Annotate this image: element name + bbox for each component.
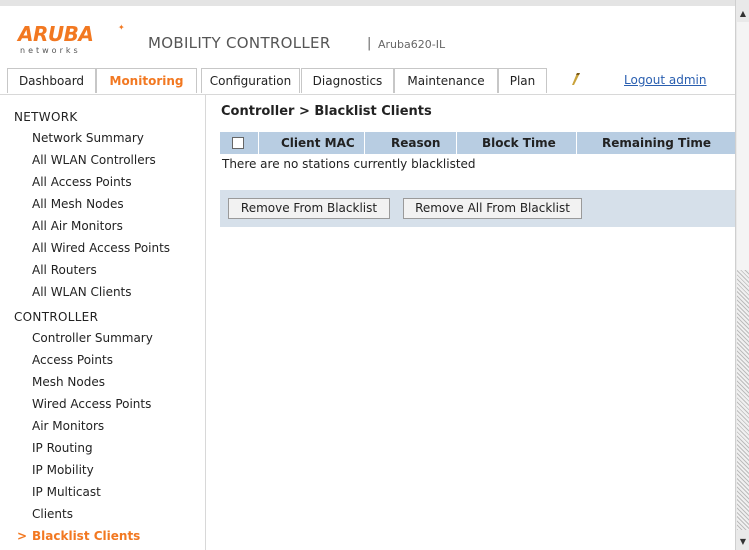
page: ARUBA ✦ networks MOBILITY CONTROLLER | A… bbox=[0, 0, 735, 550]
sidebar-item-access-points[interactable]: Access Points bbox=[32, 353, 113, 367]
tab-dashboard[interactable]: Dashboard bbox=[7, 68, 96, 93]
sidebar-item-all-wired-access-points[interactable]: All Wired Access Points bbox=[32, 241, 170, 255]
header: ARUBA ✦ networks MOBILITY CONTROLLER | A… bbox=[0, 0, 735, 68]
empty-table-message: There are no stations currently blacklis… bbox=[222, 157, 476, 171]
sidebar-item-all-wlan-clients[interactable]: All WLAN Clients bbox=[32, 285, 132, 299]
tab-configuration[interactable]: Configuration bbox=[201, 68, 300, 93]
sidebar-item-ip-routing[interactable]: IP Routing bbox=[32, 441, 93, 455]
sidebar-item-wired-access-points[interactable]: Wired Access Points bbox=[32, 397, 151, 411]
wizard-wand-icon[interactable] bbox=[566, 70, 584, 88]
sidebar-item-blacklist-clients[interactable]: Blacklist Clients bbox=[32, 529, 140, 543]
logout-link[interactable]: Logout admin bbox=[624, 73, 707, 87]
column-divider bbox=[576, 132, 577, 154]
sidebar-item-ip-mobility[interactable]: IP Mobility bbox=[32, 463, 94, 477]
sidebar-item-clients[interactable]: Clients bbox=[32, 507, 73, 521]
remove-all-from-blacklist-button[interactable]: Remove All From Blacklist bbox=[403, 198, 582, 219]
scroll-down-arrow-icon[interactable]: ▼ bbox=[737, 536, 749, 548]
vertical-scrollbar[interactable]: ▲ ▼ bbox=[735, 0, 749, 550]
scrollbar-thumb[interactable] bbox=[737, 270, 749, 530]
logo-wordmark: ARUBA bbox=[18, 22, 94, 46]
select-all-checkbox[interactable] bbox=[232, 137, 244, 149]
sidebar-section-network[interactable]: NETWORK bbox=[14, 110, 78, 124]
column-divider bbox=[456, 132, 457, 154]
tab-maintenance[interactable]: Maintenance bbox=[394, 68, 498, 93]
sidebar-item-controller-summary[interactable]: Controller Summary bbox=[32, 331, 153, 345]
column-header-client-mac[interactable]: Client MAC bbox=[281, 132, 355, 154]
page-title: Controller > Blacklist Clients bbox=[221, 104, 432, 119]
sidebar-item-all-routers[interactable]: All Routers bbox=[32, 263, 97, 277]
sidebar-item-mesh-nodes[interactable]: Mesh Nodes bbox=[32, 375, 105, 389]
logo-subtitle: networks bbox=[20, 46, 81, 55]
scrollbar-track[interactable] bbox=[737, 22, 749, 270]
tab-plan[interactable]: Plan bbox=[498, 68, 547, 93]
table-header: Client MAC Reason Block Time Remaining T… bbox=[220, 132, 735, 154]
column-header-remaining-time[interactable]: Remaining Time bbox=[602, 132, 711, 154]
sidebar-item-all-air-monitors[interactable]: All Air Monitors bbox=[32, 219, 123, 233]
sidebar-item-all-mesh-nodes[interactable]: All Mesh Nodes bbox=[32, 197, 124, 211]
logo-star-icon: ✦ bbox=[118, 23, 125, 32]
remove-from-blacklist-button[interactable]: Remove From Blacklist bbox=[228, 198, 390, 219]
sidebar-item-ip-multicast[interactable]: IP Multicast bbox=[32, 485, 101, 499]
scroll-up-arrow-icon[interactable]: ▲ bbox=[737, 8, 749, 20]
aruba-logo[interactable]: ARUBA ✦ networks bbox=[18, 22, 128, 58]
sidebar-item-network-summary[interactable]: Network Summary bbox=[32, 131, 144, 145]
column-header-reason[interactable]: Reason bbox=[391, 132, 440, 154]
sidebar: NETWORK Network Summary All WLAN Control… bbox=[0, 95, 206, 550]
sidebar-item-all-wlan-controllers[interactable]: All WLAN Controllers bbox=[32, 153, 156, 167]
controller-hostname: Aruba620-IL bbox=[378, 38, 446, 51]
sidebar-section-controller[interactable]: CONTROLLER bbox=[14, 310, 98, 324]
column-header-block-time[interactable]: Block Time bbox=[482, 132, 556, 154]
column-divider bbox=[364, 132, 365, 154]
header-separator: | bbox=[367, 36, 372, 51]
tab-monitoring[interactable]: Monitoring bbox=[96, 68, 197, 93]
sidebar-item-air-monitors[interactable]: Air Monitors bbox=[32, 419, 104, 433]
tab-diagnostics[interactable]: Diagnostics bbox=[301, 68, 394, 93]
column-divider bbox=[258, 132, 259, 154]
product-title: MOBILITY CONTROLLER bbox=[148, 34, 331, 52]
active-arrow-icon: > bbox=[17, 529, 28, 543]
sidebar-item-all-access-points[interactable]: All Access Points bbox=[32, 175, 132, 189]
